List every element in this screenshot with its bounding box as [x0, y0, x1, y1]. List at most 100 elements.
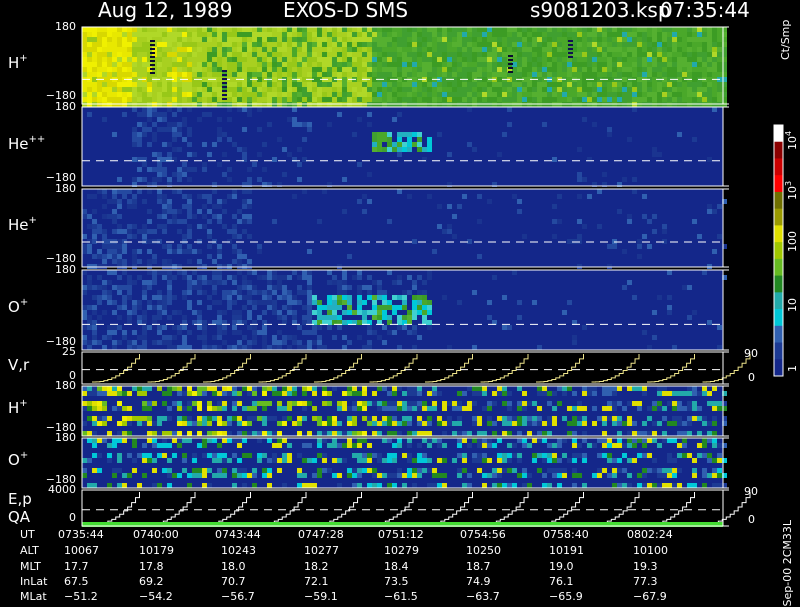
panel-5-cell: [227, 386, 232, 391]
panel-0-cell: [537, 42, 542, 47]
panel-2-cell: [92, 254, 97, 259]
panel-6-cell: [417, 468, 422, 473]
panel-3-cell: [292, 300, 297, 305]
panel-5-cell: [627, 416, 632, 421]
panel-3-cell: [232, 280, 237, 285]
panel-0-cell: [392, 37, 397, 42]
panel-0-cell: [662, 37, 667, 42]
panel-2-cell: [167, 204, 172, 209]
panel-1-cell: [302, 137, 307, 142]
panel-0-cell: [677, 52, 682, 57]
panel-3-cell: [92, 340, 97, 345]
panel-1-cell: [177, 172, 182, 177]
panel-2-label-text: He: [8, 216, 29, 234]
panel-5-cell: [637, 401, 642, 406]
panel-0-cell: [137, 72, 142, 77]
panel-0-cell: [202, 77, 207, 82]
panel-5-cell: [432, 401, 437, 406]
panel-3-cell: [262, 295, 267, 300]
panel-5-cell: [427, 421, 432, 426]
panel-3-cell: [172, 345, 177, 350]
panel-5-cell: [677, 406, 682, 411]
panel-5-cell: [692, 406, 697, 411]
panel-0-cell: [217, 27, 222, 32]
panel-3-cell: [112, 340, 117, 345]
panel-0-cell: [342, 52, 347, 57]
panel-0-cell: [562, 42, 567, 47]
panel-2-cell: [207, 254, 212, 259]
panel-0-cell: [302, 97, 307, 102]
panel-3-cell: [487, 300, 492, 305]
panel-1-cell: [172, 127, 177, 132]
panel-0-cell: [377, 47, 382, 52]
panel-5-cell: [212, 431, 217, 436]
panel-0-cell: [702, 52, 707, 57]
panel-6-cell: [177, 438, 182, 443]
panel-5-cell: [557, 386, 562, 391]
panel-5-cell: [632, 401, 637, 406]
table-cell: 0754:56: [460, 528, 506, 541]
panel-0-cell: [107, 92, 112, 97]
panel-5-cell: [422, 406, 427, 411]
panel-0-cell: [522, 32, 527, 37]
panel-0-cell: [322, 87, 327, 92]
panel-0-cell: [322, 92, 327, 97]
panel-6-cell: [692, 473, 697, 478]
panel-3-cell: [137, 315, 142, 320]
panel-2-cell: [182, 204, 187, 209]
panel-0-cell: [242, 97, 247, 102]
panel-3-cell: [342, 275, 347, 280]
panel-0-cell: [717, 97, 722, 102]
panel-0-cell: [157, 47, 162, 52]
panel-2-cell: [242, 254, 247, 259]
panel-5-cell: [177, 391, 182, 396]
panel-0-cell: [702, 37, 707, 42]
panel-2-cell: [117, 244, 122, 249]
panel-3-cell: [422, 280, 427, 285]
panel-0-cell: [102, 62, 107, 67]
panel-3-cell: [692, 310, 697, 315]
panel-1-cell: [182, 117, 187, 122]
panel-0-cell: [542, 57, 547, 62]
panel-6-cell: [667, 468, 672, 473]
panel-3-cell: [137, 305, 142, 310]
panel-0-cell: [627, 87, 632, 92]
panel-0-cell: [282, 32, 287, 37]
panel-0-cell: [502, 47, 507, 52]
panel-5-cell: [282, 386, 287, 391]
panel-0-cell: [167, 62, 172, 67]
panel-2-cell: [127, 189, 132, 194]
panel-2-cell: [237, 209, 242, 214]
panel-0-cell: [407, 57, 412, 62]
panel-0-cell: [157, 92, 162, 97]
panel-0-cell: [92, 52, 97, 57]
panel-6-cell: [437, 473, 442, 478]
panel-5-cell: [612, 386, 617, 391]
panel-6-cell: [507, 468, 512, 473]
panel-5-cell: [582, 421, 587, 426]
panel-5-cell: [97, 401, 102, 406]
panel-0-cell: [427, 62, 432, 67]
panel-5-cell: [427, 391, 432, 396]
panel-3-cell: [217, 315, 222, 320]
panel-0-cell: [522, 47, 527, 52]
panel-5-cell: [297, 401, 302, 406]
panel-0-cell: [97, 62, 102, 67]
panel-0-cell: [132, 77, 137, 82]
panel-6-cell: [417, 458, 422, 463]
panel-5-cell: [472, 386, 477, 391]
panel-0-cell: [692, 92, 697, 97]
panel-0-cell: [487, 67, 492, 72]
panel-5-cell: [157, 386, 162, 391]
panel-6-cell: [522, 443, 527, 448]
streak-cell: [568, 40, 573, 42]
panel-2-cell: [162, 199, 167, 204]
panel-0-cell: [702, 82, 707, 87]
panel-0-cell: [127, 82, 132, 87]
panel-0-cell: [427, 27, 432, 32]
panel-2-cell: [407, 194, 412, 199]
panel-3-cell: [217, 280, 222, 285]
panel-0-cell: [112, 27, 117, 32]
panel-0-cell: [682, 72, 687, 77]
panel-1-cell: [402, 142, 407, 147]
